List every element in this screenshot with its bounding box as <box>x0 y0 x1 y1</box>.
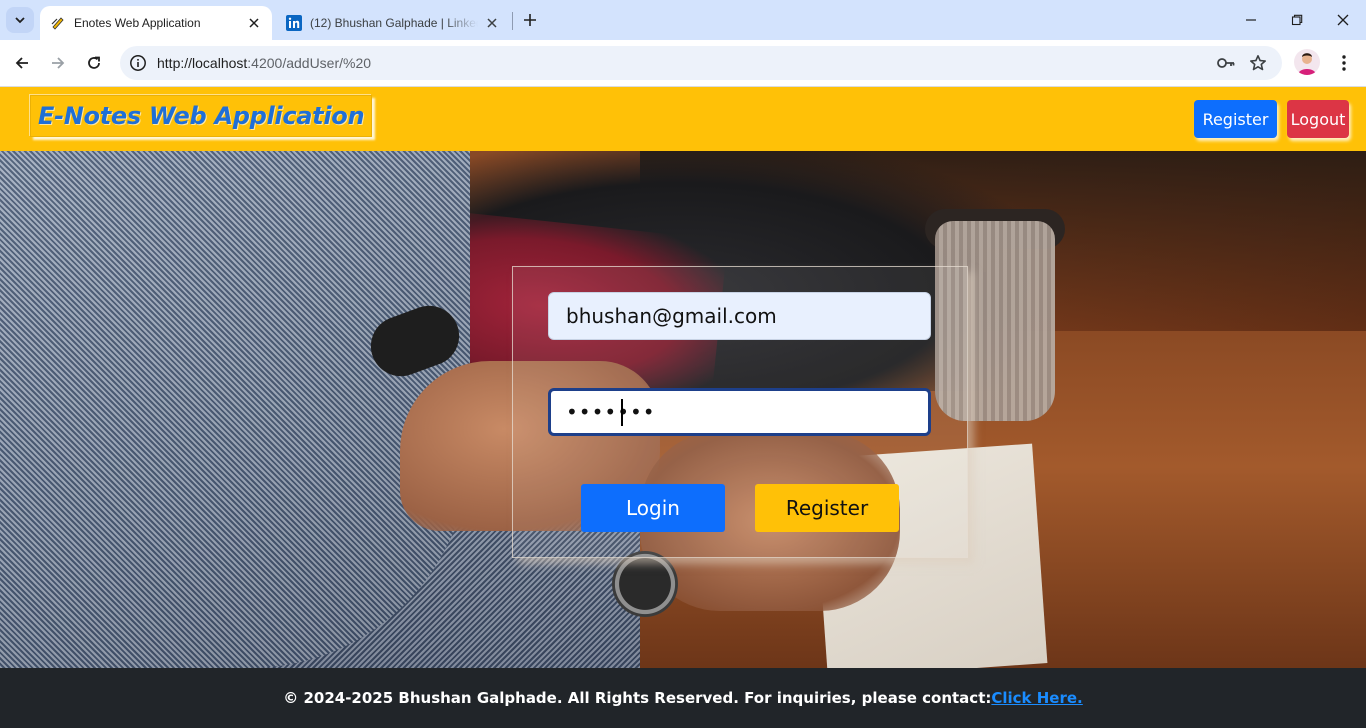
address-bar[interactable]: http://localhost:4200/addUser/%20 <box>120 46 1282 80</box>
app-navbar: E-Notes Web Application Register Logout <box>0 87 1366 151</box>
url-text[interactable]: http://localhost:4200/addUser/%20 <box>157 55 371 71</box>
window-close-button[interactable] <box>1320 0 1366 40</box>
nav-register-button[interactable]: Register <box>1194 100 1277 138</box>
tab-title: Enotes Web Application <box>74 16 201 30</box>
minimize-button[interactable] <box>1228 0 1274 40</box>
minimize-icon <box>1246 19 1256 21</box>
pencil-icon <box>51 16 65 30</box>
chevron-down-icon <box>15 17 25 24</box>
footer-text: © 2024-2025 Bhushan Galphade. All Rights… <box>283 689 992 707</box>
nav-logout-button[interactable]: Logout <box>1287 100 1349 138</box>
register-button[interactable]: Register <box>755 484 899 532</box>
email-field[interactable] <box>548 292 931 340</box>
contact-link[interactable]: Click Here. <box>991 689 1082 707</box>
reload-icon <box>88 56 100 69</box>
profile-avatar[interactable] <box>1294 49 1320 75</box>
arrow-right-icon <box>52 57 65 69</box>
site-info-icon[interactable] <box>128 53 148 73</box>
browser-toolbar: http://localhost:4200/addUser/%20 <box>0 40 1366 87</box>
browser-tabstrip: Enotes Web Application (12) Bhushan Galp… <box>0 0 1366 40</box>
tab-title: (12) Bhushan Galphade | LinkedIn <box>310 16 478 30</box>
key-icon[interactable] <box>1216 53 1236 73</box>
tab-separator <box>512 12 513 30</box>
back-button[interactable] <box>8 49 36 77</box>
text-caret <box>621 399 623 426</box>
star-icon[interactable] <box>1248 53 1268 73</box>
browser-menu-button[interactable] <box>1332 49 1356 77</box>
arrow-left-icon <box>15 57 28 69</box>
password-field[interactable] <box>548 388 931 436</box>
footer: © 2024-2025 Bhushan Galphade. All Rights… <box>0 668 1366 728</box>
tab-enotes[interactable]: Enotes Web Application <box>40 6 272 40</box>
reload-button[interactable] <box>80 49 108 77</box>
close-icon <box>1337 14 1349 26</box>
brand-title[interactable]: E-Notes Web Application <box>30 95 373 137</box>
close-icon[interactable] <box>484 15 500 31</box>
forward-button[interactable] <box>44 49 72 77</box>
linkedin-icon <box>286 15 302 31</box>
tab-linkedin[interactable]: (12) Bhushan Galphade | LinkedIn <box>278 6 510 40</box>
login-button[interactable]: Login <box>581 484 725 532</box>
close-icon[interactable] <box>246 15 262 31</box>
more-vert-icon <box>1342 55 1346 71</box>
restore-icon <box>1291 14 1303 26</box>
new-tab-button[interactable] <box>518 8 542 32</box>
plus-icon <box>524 14 536 26</box>
avatar-icon <box>1298 53 1316 75</box>
tab-search-button[interactable] <box>6 7 34 33</box>
restore-button[interactable] <box>1274 0 1320 40</box>
